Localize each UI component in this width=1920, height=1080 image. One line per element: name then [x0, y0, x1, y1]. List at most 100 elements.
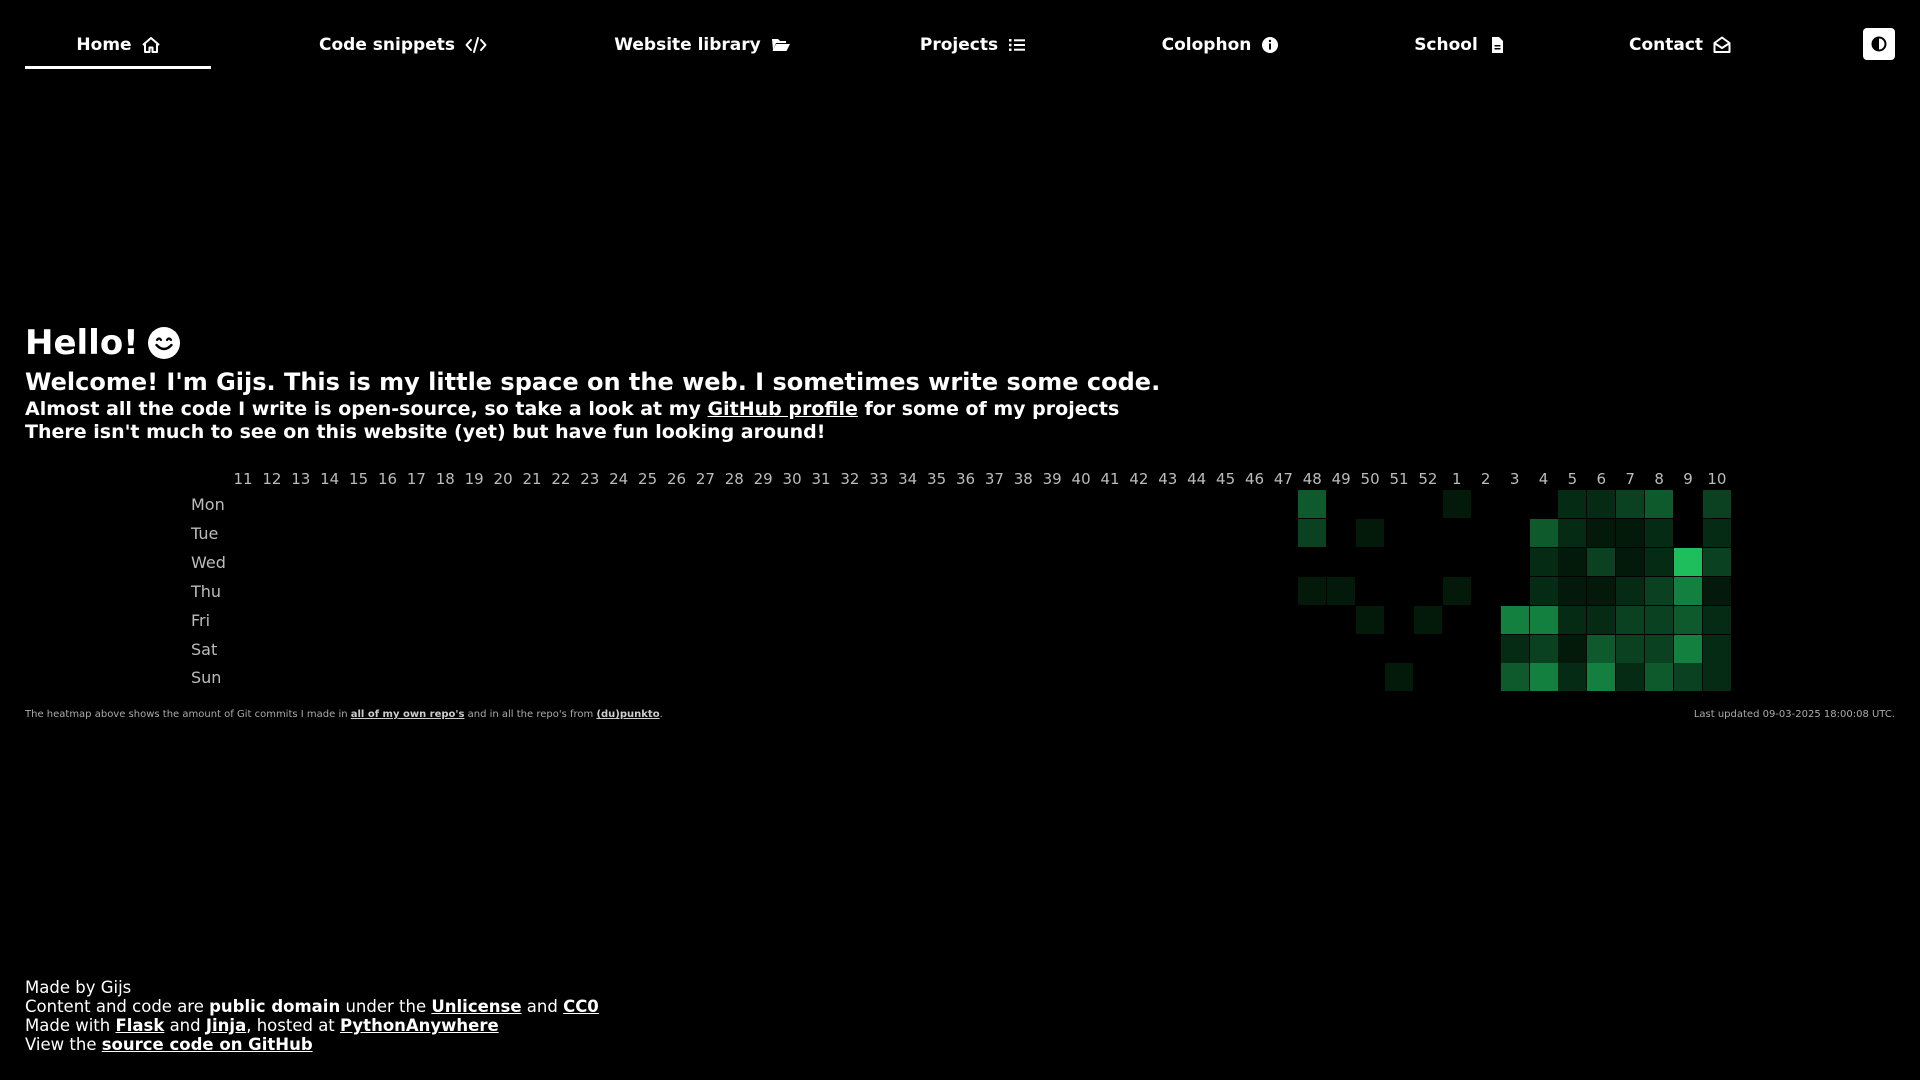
heatmap-cell: [1529, 518, 1558, 547]
nav-projects[interactable]: Projects: [893, 24, 1053, 66]
heatmap-cell: [431, 518, 460, 547]
heatmap-cell: [1211, 490, 1240, 518]
heatmap-cell: [1674, 663, 1702, 692]
nav-projects-label: Projects: [919, 35, 999, 55]
heatmap-cell: [1009, 663, 1038, 692]
heatmap-cell: [1240, 605, 1269, 634]
heatmap-cell: [1356, 518, 1385, 547]
heatmap-cell: [286, 605, 315, 634]
heatmap-cell: [1182, 663, 1211, 692]
heatmap-cell: [749, 576, 778, 605]
caption-text-1: The heatmap above shows the amount of Gi…: [25, 709, 351, 720]
week-label: 25: [638, 470, 658, 488]
made-with-text-2: and: [164, 1016, 206, 1035]
heatmap-cell: [1413, 576, 1442, 605]
heatmap-cell: [460, 547, 489, 576]
heatmap-cell: [489, 663, 518, 692]
heatmap-cell: [315, 634, 344, 663]
heatmap-cell: [1269, 518, 1298, 547]
heatmap-cell: [691, 576, 720, 605]
github-profile-link[interactable]: GitHub profile: [708, 398, 858, 420]
heatmap-cell: [980, 490, 1009, 518]
heatmap-cell: [257, 490, 286, 518]
unlicense-link[interactable]: Unlicense: [431, 997, 521, 1016]
week-label: 26: [666, 470, 687, 488]
heatmap-cell: [633, 605, 662, 634]
heatmap-cell: [980, 518, 1009, 547]
heatmap-cell: [1124, 576, 1153, 605]
heatmap-cell: [1211, 518, 1240, 547]
heatmap-cell: [286, 576, 315, 605]
nav-home[interactable]: Home: [25, 24, 211, 69]
heatmap-cell: [518, 634, 546, 663]
heatmap-cell: [575, 576, 604, 605]
week-label: 32: [840, 470, 860, 488]
heatmap-cell: [1558, 518, 1587, 547]
heatmap-cell: [1674, 634, 1702, 663]
source-code-link[interactable]: source code on GitHub: [102, 1035, 313, 1054]
nav-colophon-label: Colophon: [1161, 35, 1252, 55]
heatmap-cell: [604, 547, 633, 576]
heatmap-cell: [807, 518, 835, 547]
heatmap-cell: [1038, 663, 1067, 692]
heatmap-cell: [1471, 576, 1500, 605]
dupunkto-link[interactable]: (du)punkto: [596, 709, 659, 720]
heatmap-cell: [1009, 605, 1038, 634]
week-label: 16: [377, 470, 398, 488]
heatmap-cell: [1558, 605, 1587, 634]
heatmap-cell: [720, 605, 749, 634]
heatmap-cell: [431, 605, 460, 634]
heatmap-cell: [835, 663, 864, 692]
heatmap-cell: [1038, 634, 1067, 663]
intro-section: Hello! Welcome! I'm Gijs. This is my lit…: [25, 320, 1325, 444]
nav-contact[interactable]: Contact: [1605, 24, 1755, 66]
nav-website-library[interactable]: Website library: [595, 24, 810, 66]
commit-heatmap: 11 12 13 14 15 16 17 18 19 20 21 22 23 24 25 26 27 28 29 30…: [0, 468, 1920, 698]
own-repos-link[interactable]: all of my own repo's: [351, 709, 465, 720]
heatmap-cell: [1327, 634, 1356, 663]
pythonanywhere-link[interactable]: PythonAnywhere: [340, 1016, 499, 1035]
week-label: 42: [1129, 470, 1149, 488]
heatmap-cell: [1356, 663, 1385, 692]
heatmap-cell: [1153, 547, 1182, 576]
heatmap-cell: [1038, 518, 1067, 547]
week-label: 9: [1683, 470, 1693, 488]
heatmap-cell: [893, 605, 922, 634]
week-label: 6: [1596, 470, 1607, 488]
week-label: 8: [1654, 470, 1664, 488]
heatmap-cell: [807, 605, 835, 634]
heatmap-cell: [1067, 490, 1096, 518]
heatmap-cell: [286, 490, 315, 518]
heatmap-cell: [1471, 547, 1500, 576]
heatmap-cell: [1038, 547, 1067, 576]
heatmap-cell: [257, 663, 286, 692]
nav-code-snippets[interactable]: Code snippets: [303, 24, 503, 66]
heatmap-cell: [1529, 576, 1558, 605]
heatmap-cell: [344, 490, 373, 518]
cc0-link[interactable]: CC0: [563, 997, 599, 1016]
heatmap-cell: [1298, 663, 1327, 692]
open-source-text-2: for some of my projects: [857, 398, 1120, 420]
jinja-link[interactable]: Jinja: [206, 1016, 246, 1035]
nav-school[interactable]: School: [1385, 24, 1535, 66]
heatmap-cell: [980, 605, 1009, 634]
heatmap-cell: [1182, 605, 1211, 634]
heatmap-cell: [922, 576, 951, 605]
heatmap-cell: [460, 634, 489, 663]
heatmap-cell: [257, 634, 286, 663]
heatmap-cell: [720, 634, 749, 663]
heatmap-cell: [315, 518, 344, 547]
heatmap-cell: [229, 663, 257, 692]
heatmap-cell: [1442, 490, 1471, 518]
theme-toggle-button[interactable]: [1863, 28, 1895, 60]
heatmap-cell: [575, 663, 604, 692]
heatmap-cell: [1558, 547, 1587, 576]
heatmap-cell: [1471, 518, 1500, 547]
nav-colophon[interactable]: Colophon: [1133, 24, 1308, 66]
flask-link[interactable]: Flask: [115, 1016, 164, 1035]
heatmap-cell: [1067, 518, 1096, 547]
heatmap-cell: [1442, 634, 1471, 663]
heatmap-cell: [662, 518, 691, 547]
heatmap-cell: [575, 490, 604, 518]
heatmap-cell: [835, 547, 864, 576]
